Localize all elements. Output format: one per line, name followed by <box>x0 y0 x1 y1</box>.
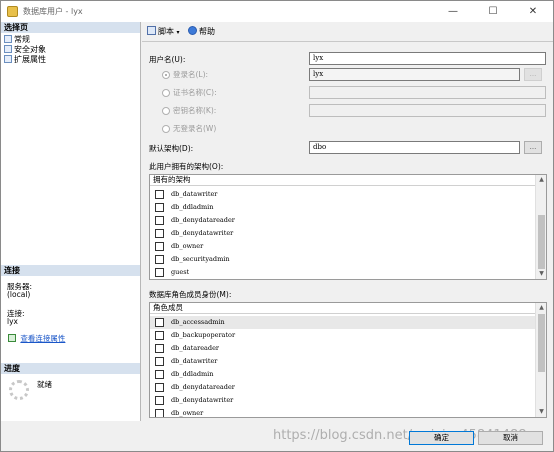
role-membership-label: 数据库角色成员身份(M): <box>149 290 232 299</box>
button-bar: https://blog.csdn.net/weixin_45841488 确定… <box>1 421 553 451</box>
default-schema-browse-button[interactable]: ... <box>524 141 542 154</box>
checkbox[interactable] <box>155 203 164 212</box>
list-item[interactable]: db_ddladmin <box>150 201 535 214</box>
content-pane: 脚本 ▾ 帮助 用户名(U): lyx 登录名(L): lyx ... 证书名称… <box>142 22 553 421</box>
script-button[interactable]: 脚本 ▾ <box>147 26 180 39</box>
page-item-securables[interactable]: 安全对象 <box>4 45 46 55</box>
certificate-name-field[interactable] <box>309 86 546 99</box>
checkbox[interactable] <box>155 255 164 264</box>
role-membership-list: 角色成员 db_accessadmin db_backupoperator db… <box>149 302 547 418</box>
help-button[interactable]: 帮助 <box>188 26 215 38</box>
list-item[interactable]: db_owner <box>150 407 535 417</box>
login-name-radio[interactable] <box>162 71 170 79</box>
default-schema-field[interactable]: dbo <box>309 141 520 154</box>
login-name-browse-button[interactable]: ... <box>524 68 542 81</box>
page-item-extended-properties[interactable]: 扩展属性 <box>4 55 46 65</box>
chevron-down-icon[interactable]: ▾ <box>177 29 180 36</box>
certificate-name-radio[interactable] <box>162 89 170 97</box>
list-item[interactable]: db_owner <box>150 240 535 253</box>
list-item[interactable]: db_denydatawriter <box>150 394 535 407</box>
list-item[interactable]: guest <box>150 266 535 279</box>
list-item[interactable]: db_ddladmin <box>150 368 535 381</box>
scroll-up-icon[interactable]: ▲ <box>536 303 546 313</box>
view-connection-properties[interactable]: 查看连接属性 <box>8 334 65 343</box>
cancel-button[interactable]: 取消 <box>478 431 543 445</box>
certificate-name-label: 证书名称(C): <box>173 88 217 97</box>
login-name-label: 登录名(L): <box>173 70 209 79</box>
owned-schemas-list: 拥有的架构 db_datawriter db_ddladmin db_denyd… <box>149 174 547 280</box>
list-item[interactable]: db_denydatawriter <box>150 227 535 240</box>
owned-schemas-scrollbar[interactable]: ▲ ▼ <box>535 175 546 279</box>
maximize-button[interactable]: ☐ <box>473 1 513 22</box>
checkbox[interactable] <box>155 216 164 225</box>
login-name-field[interactable]: lyx <box>309 68 520 81</box>
checkbox[interactable] <box>155 344 164 353</box>
window-title: 数据库用户 - lyx <box>23 7 83 16</box>
key-name-label: 密钥名称(K): <box>173 106 217 115</box>
list-item[interactable]: db_datawriter <box>150 355 535 368</box>
list-item[interactable]: db_denydatareader <box>150 381 535 394</box>
username-field[interactable]: lyx <box>309 52 546 65</box>
progress-header: 进度 <box>1 363 140 374</box>
dialog-window: 数据库用户 - lyx — ☐ ✕ 选择页 常规 安全对象 扩展属性 连接 服务… <box>0 0 554 452</box>
select-page-header: 选择页 <box>1 22 140 33</box>
scroll-up-icon[interactable]: ▲ <box>536 175 546 185</box>
connection-header: 连接 <box>1 265 140 276</box>
scroll-thumb[interactable] <box>538 314 545 372</box>
progress-status: 就绪 <box>37 380 52 389</box>
checkbox[interactable] <box>155 318 164 327</box>
page-icon <box>4 35 12 43</box>
toolbar: 脚本 ▾ 帮助 <box>142 22 553 42</box>
key-name-field[interactable] <box>309 104 546 117</box>
title-bar: 数据库用户 - lyx — ☐ ✕ <box>1 1 553 22</box>
role-membership-column-header: 角色成员 <box>150 303 535 314</box>
checkbox[interactable] <box>155 268 164 277</box>
checkbox[interactable] <box>155 190 164 199</box>
database-user-icon <box>7 6 18 17</box>
connection-properties-icon <box>8 334 16 342</box>
page-icon <box>4 45 12 53</box>
list-item[interactable]: db_securityadmin <box>150 253 535 266</box>
without-login-label: 无登录名(W) <box>173 124 217 133</box>
ok-button[interactable]: 确定 <box>409 431 474 445</box>
checkbox[interactable] <box>155 229 164 238</box>
list-item[interactable]: db_denydatareader <box>150 214 535 227</box>
list-item[interactable]: db_datawriter <box>150 188 535 201</box>
script-icon <box>147 26 156 35</box>
scroll-down-icon[interactable]: ▼ <box>536 269 546 279</box>
list-item[interactable]: db_accessadmin <box>150 316 535 329</box>
checkbox[interactable] <box>155 357 164 366</box>
role-membership-scrollbar[interactable]: ▲ ▼ <box>535 303 546 417</box>
default-schema-label: 默认架构(D): <box>149 144 194 153</box>
close-button[interactable]: ✕ <box>513 1 553 22</box>
connection-value: lyx <box>7 317 18 326</box>
checkbox[interactable] <box>155 242 164 251</box>
checkbox[interactable] <box>155 331 164 340</box>
checkbox[interactable] <box>155 383 164 392</box>
username-label: 用户名(U): <box>149 55 186 64</box>
progress-spinner-icon <box>9 380 29 400</box>
checkbox[interactable] <box>155 409 164 417</box>
checkbox[interactable] <box>155 370 164 379</box>
help-icon <box>188 26 197 35</box>
without-login-radio[interactable] <box>162 125 170 133</box>
owned-schemas-label: 此用户拥有的架构(O): <box>149 162 224 171</box>
scroll-thumb[interactable] <box>538 215 545 269</box>
owned-schemas-column-header: 拥有的架构 <box>150 175 535 186</box>
list-item[interactable]: db_datareader <box>150 342 535 355</box>
page-item-general[interactable]: 常规 <box>4 35 30 45</box>
checkbox[interactable] <box>155 396 164 405</box>
page-icon <box>4 55 12 63</box>
server-value: (local) <box>7 290 31 299</box>
key-name-radio[interactable] <box>162 107 170 115</box>
scroll-down-icon[interactable]: ▼ <box>536 407 546 417</box>
minimize-button[interactable]: — <box>433 1 473 22</box>
list-item[interactable]: db_backupoperator <box>150 329 535 342</box>
left-pane: 选择页 常规 安全对象 扩展属性 连接 服务器: (local) 连接: lyx… <box>1 22 141 421</box>
